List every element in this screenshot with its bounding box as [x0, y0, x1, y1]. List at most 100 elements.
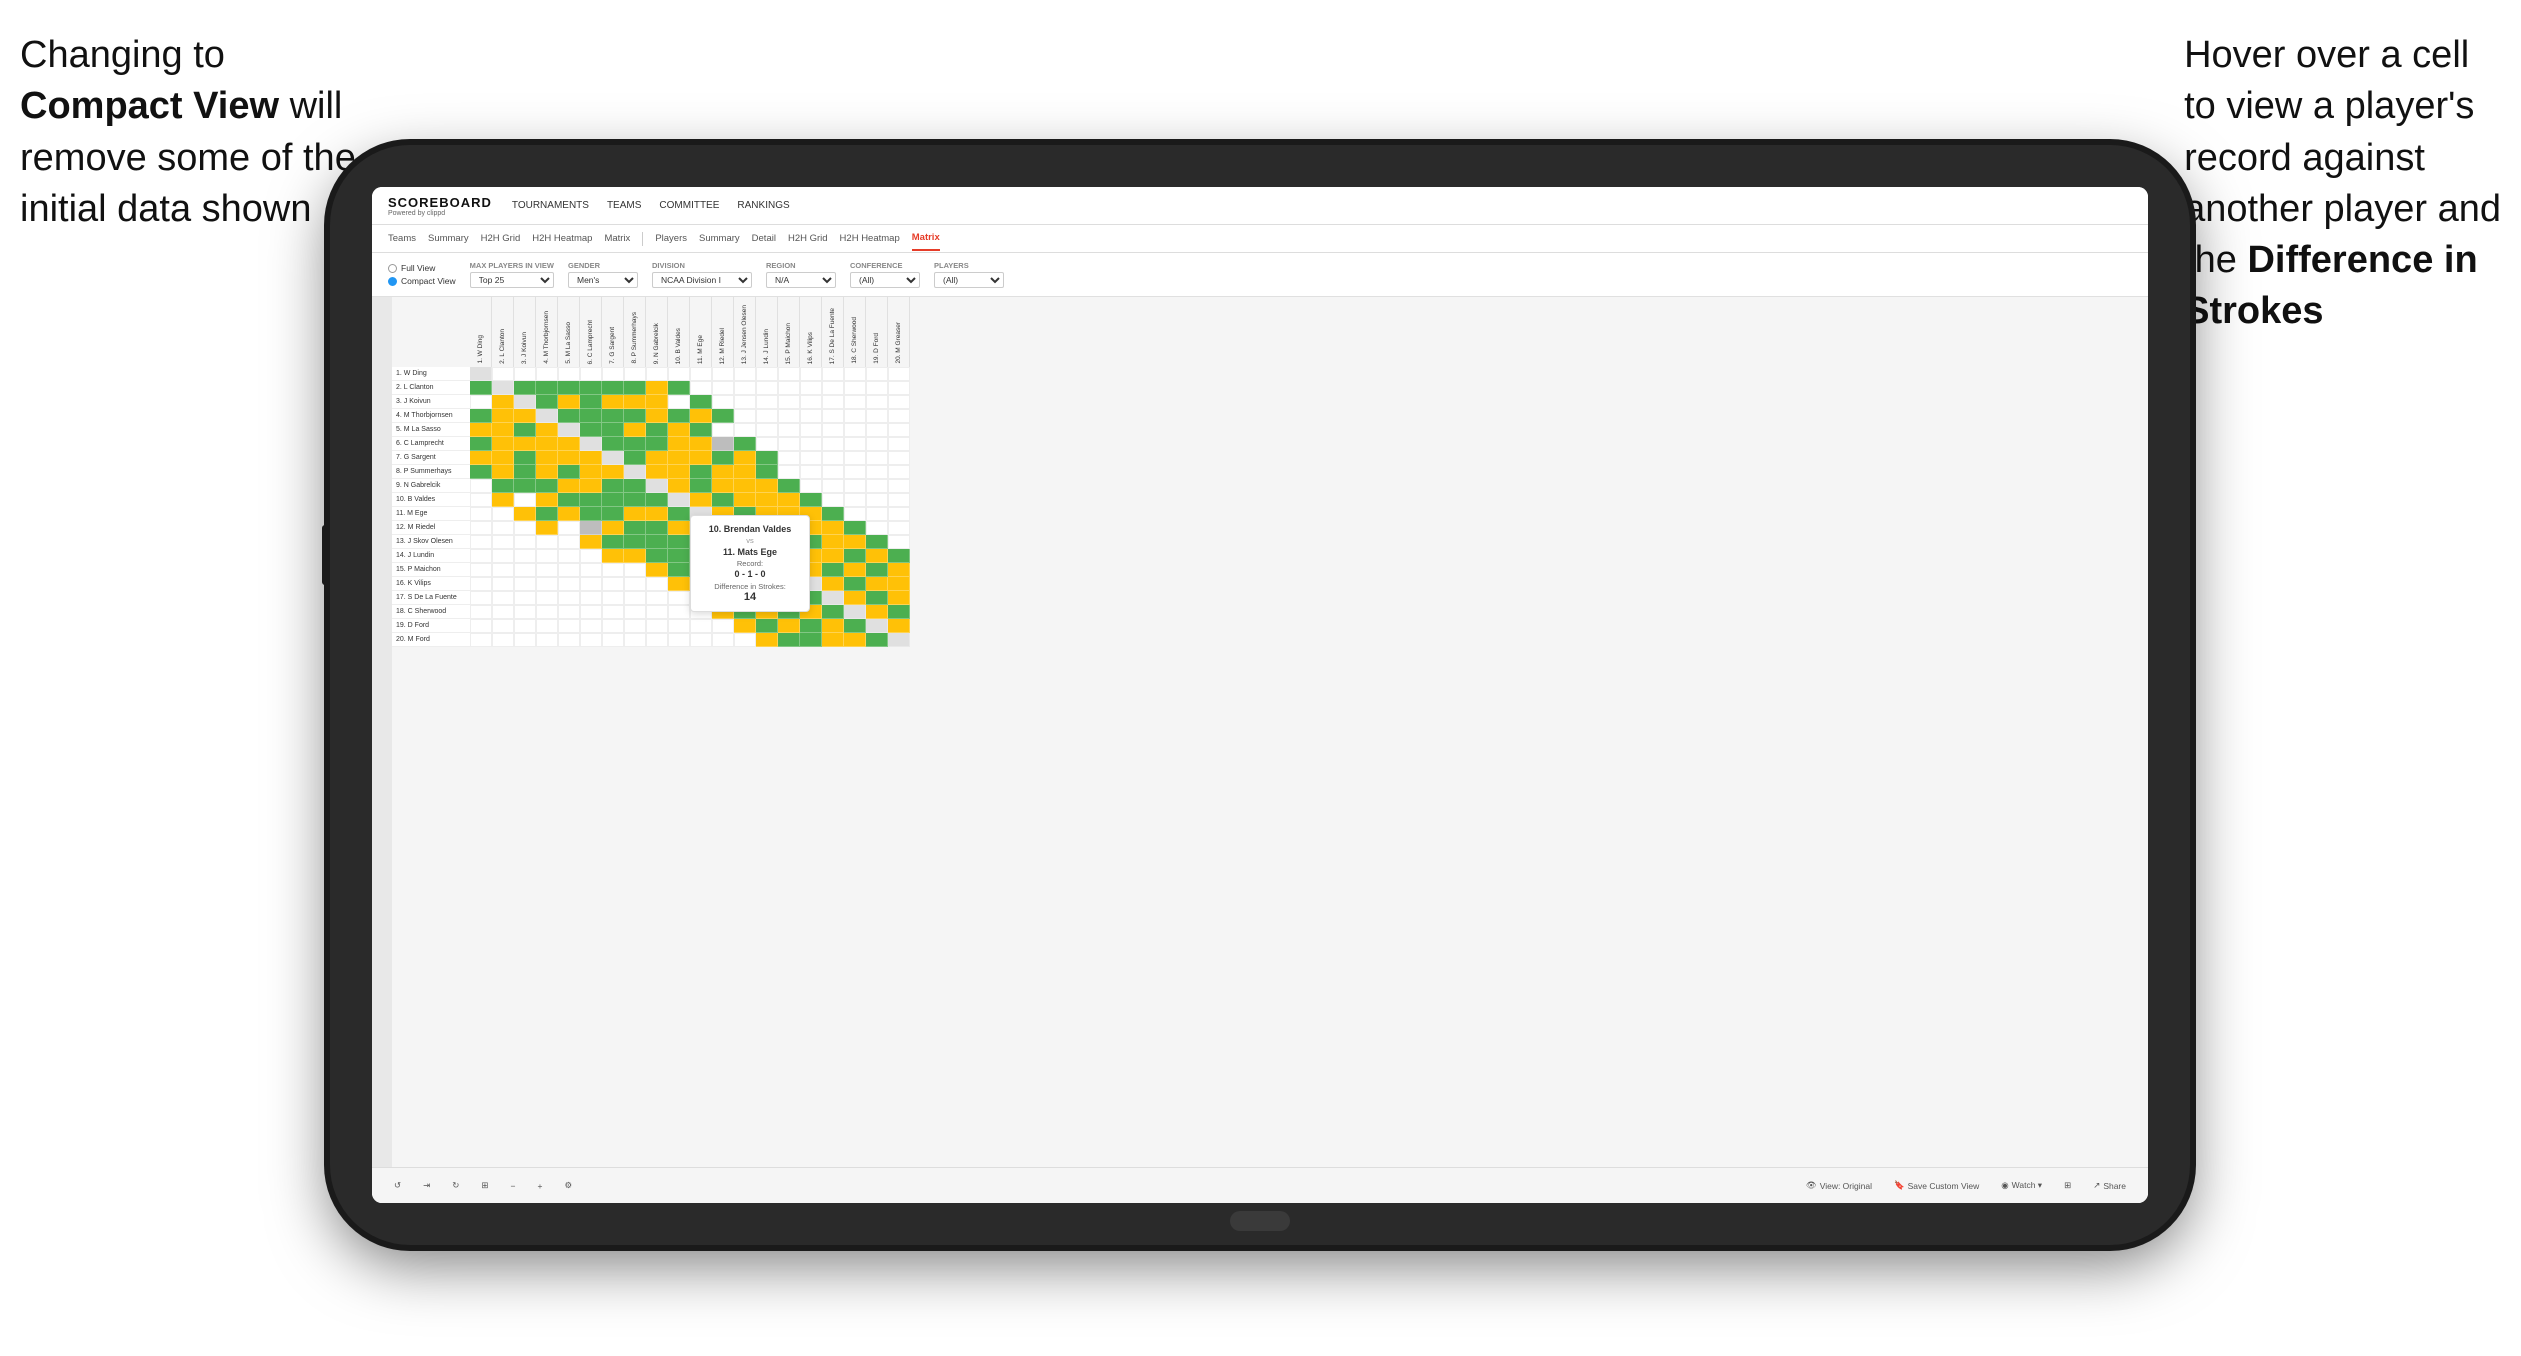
data-cell[interactable] — [866, 591, 888, 605]
data-cell[interactable] — [844, 479, 866, 493]
data-cell[interactable] — [624, 465, 646, 479]
data-cell[interactable] — [580, 549, 602, 563]
data-cell[interactable] — [580, 437, 602, 451]
data-cell[interactable] — [734, 395, 756, 409]
data-cell[interactable] — [690, 493, 712, 507]
data-cell[interactable] — [624, 521, 646, 535]
sub-nav-matrix-left[interactable]: Matrix — [604, 227, 630, 250]
data-cell[interactable] — [646, 493, 668, 507]
data-cell[interactable] — [646, 437, 668, 451]
data-cell[interactable] — [822, 549, 844, 563]
data-cell[interactable] — [580, 577, 602, 591]
data-cell[interactable] — [536, 451, 558, 465]
data-cell[interactable] — [558, 549, 580, 563]
sub-nav-players[interactable]: Players — [655, 227, 687, 250]
data-cell[interactable] — [602, 619, 624, 633]
data-cell[interactable] — [888, 367, 910, 381]
data-cell[interactable] — [536, 493, 558, 507]
data-cell[interactable] — [470, 395, 492, 409]
data-cell[interactable] — [514, 395, 536, 409]
nav-teams[interactable]: TEAMS — [607, 198, 641, 213]
data-cell[interactable] — [470, 367, 492, 381]
data-cell[interactable] — [800, 493, 822, 507]
data-cell[interactable] — [822, 577, 844, 591]
data-cell[interactable] — [514, 563, 536, 577]
data-cell[interactable] — [624, 395, 646, 409]
data-cell[interactable] — [668, 465, 690, 479]
save-custom-button[interactable]: 🔖 Save Custom View — [1888, 1177, 1985, 1194]
data-cell[interactable] — [888, 549, 910, 563]
data-cell[interactable] — [822, 521, 844, 535]
data-cell[interactable] — [756, 381, 778, 395]
data-cell[interactable] — [800, 395, 822, 409]
data-cell[interactable] — [536, 465, 558, 479]
data-cell[interactable] — [558, 591, 580, 605]
data-cell[interactable] — [822, 381, 844, 395]
data-cell[interactable] — [536, 409, 558, 423]
players-select[interactable]: (All) — [934, 272, 1004, 288]
data-cell[interactable] — [514, 549, 536, 563]
data-cell[interactable] — [668, 507, 690, 521]
data-cell[interactable] — [822, 507, 844, 521]
data-cell[interactable] — [624, 479, 646, 493]
data-cell[interactable] — [646, 521, 668, 535]
data-cell[interactable] — [822, 591, 844, 605]
data-cell[interactable] — [514, 465, 536, 479]
data-cell[interactable] — [734, 493, 756, 507]
nav-rankings[interactable]: RANKINGS — [737, 198, 789, 213]
data-cell[interactable] — [558, 507, 580, 521]
data-cell[interactable] — [492, 633, 514, 647]
data-cell[interactable] — [492, 465, 514, 479]
data-cell[interactable] — [712, 619, 734, 633]
data-cell[interactable] — [756, 465, 778, 479]
data-cell[interactable] — [514, 577, 536, 591]
data-cell[interactable] — [580, 535, 602, 549]
data-cell[interactable] — [690, 465, 712, 479]
data-cell[interactable] — [888, 479, 910, 493]
data-cell[interactable] — [844, 619, 866, 633]
sub-nav-summary-left[interactable]: Summary — [428, 227, 469, 250]
data-cell[interactable] — [756, 423, 778, 437]
data-cell[interactable] — [492, 535, 514, 549]
data-cell[interactable] — [558, 577, 580, 591]
data-cell[interactable] — [844, 507, 866, 521]
data-cell[interactable] — [712, 395, 734, 409]
share-button[interactable]: ↗ Share — [2087, 1177, 2132, 1194]
data-cell[interactable] — [646, 563, 668, 577]
data-cell[interactable] — [668, 423, 690, 437]
data-cell[interactable] — [514, 451, 536, 465]
data-cell[interactable] — [646, 619, 668, 633]
data-cell[interactable] — [558, 409, 580, 423]
data-cell[interactable] — [602, 591, 624, 605]
data-cell[interactable] — [624, 591, 646, 605]
data-cell[interactable] — [668, 493, 690, 507]
data-cell[interactable] — [690, 619, 712, 633]
data-cell[interactable] — [822, 479, 844, 493]
data-cell[interactable] — [778, 423, 800, 437]
data-cell[interactable] — [844, 381, 866, 395]
data-cell[interactable] — [888, 535, 910, 549]
data-cell[interactable] — [492, 521, 514, 535]
data-cell[interactable] — [822, 451, 844, 465]
data-cell[interactable] — [844, 535, 866, 549]
data-cell[interactable] — [492, 479, 514, 493]
data-cell[interactable] — [602, 409, 624, 423]
data-cell[interactable] — [558, 535, 580, 549]
full-view-radio[interactable] — [388, 264, 397, 273]
data-cell[interactable] — [602, 451, 624, 465]
data-cell[interactable] — [888, 591, 910, 605]
data-cell[interactable] — [844, 409, 866, 423]
data-cell[interactable] — [470, 409, 492, 423]
data-cell[interactable] — [514, 367, 536, 381]
data-cell[interactable] — [844, 367, 866, 381]
data-cell[interactable] — [844, 521, 866, 535]
data-cell[interactable] — [844, 437, 866, 451]
settings-button[interactable]: ⚙ — [558, 1177, 578, 1194]
data-cell[interactable] — [690, 437, 712, 451]
watch-button[interactable]: ◉ Watch ▾ — [1995, 1177, 2048, 1194]
data-cell[interactable] — [624, 409, 646, 423]
data-cell[interactable] — [888, 381, 910, 395]
data-cell[interactable] — [888, 619, 910, 633]
data-cell[interactable] — [822, 395, 844, 409]
data-cell[interactable] — [844, 465, 866, 479]
